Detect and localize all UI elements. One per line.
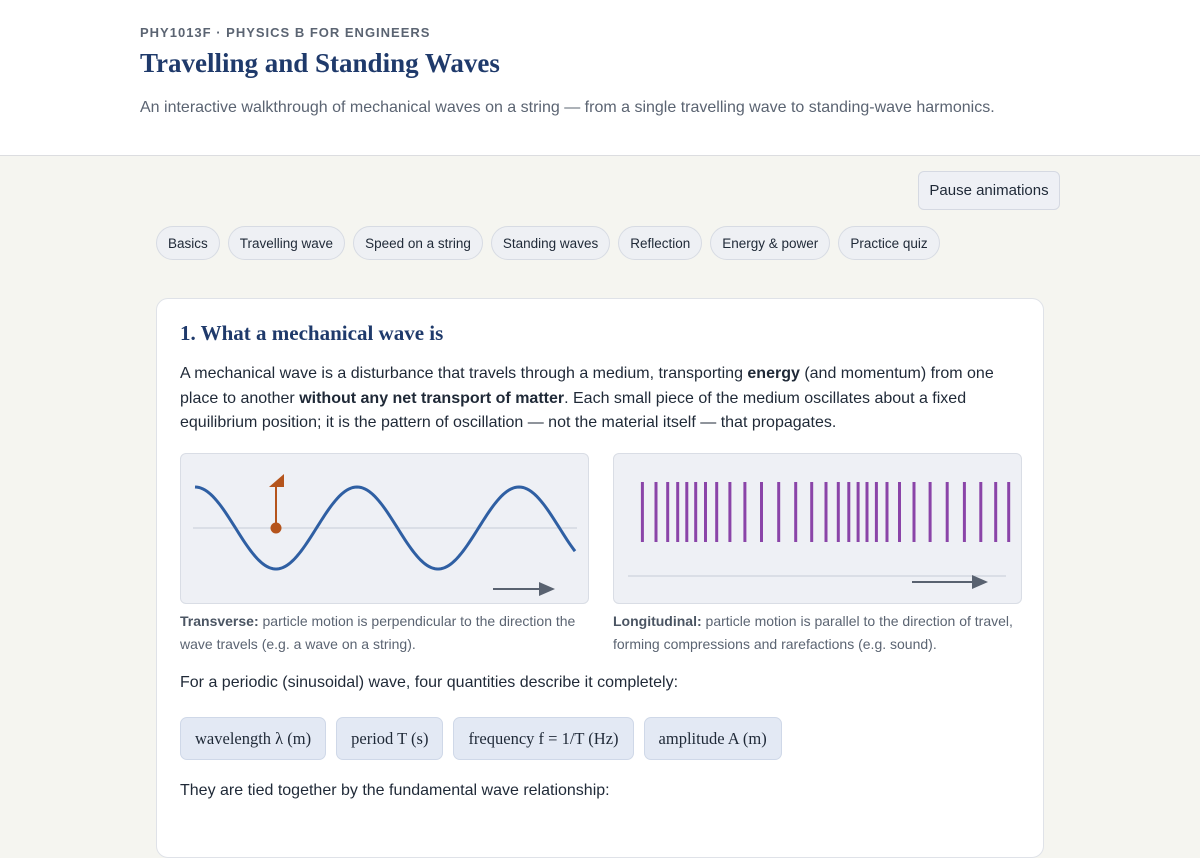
tab-energy-power[interactable]: Energy & power [710,226,831,260]
quantity-period: period T (s) [336,717,444,760]
section-tabs: Basics Travelling wave Speed on a string… [156,226,940,260]
page-subtitle: An interactive walkthrough of mechanical… [140,99,995,116]
tab-reflection[interactable]: Reflection [618,226,703,260]
page-header: PHY1013F · PHYSICS B FOR ENGINEERS Trave… [0,0,1200,156]
page-title: Travelling and Standing Waves [140,48,500,78]
tab-travelling-wave[interactable]: Travelling wave [227,226,346,260]
compression-lines [640,482,1011,542]
propagation-arrow-icon [972,575,988,589]
tab-basics[interactable]: Basics [156,226,220,260]
intro-text-1: A mechanical wave is a disturbance that … [180,365,748,382]
periodic-wave-text: For a periodic (sinusoidal) wave, four q… [180,674,679,691]
pause-animations-button[interactable]: Pause animations [918,171,1060,210]
longitudinal-wave-panel [613,453,1022,604]
longitudinal-wave-figure [628,482,1011,589]
section-card: 1. What a mechanical wave is A mechanica… [156,298,1044,858]
wave-quantities: wavelength λ (m) period T (s) frequency … [180,717,782,760]
quantity-frequency: frequency f = 1/T (Hz) [453,717,634,760]
intro-paragraph: A mechanical wave is a disturbance that … [180,362,1010,436]
longitudinal-caption: Longitudinal: particle motion is paralle… [613,610,1025,656]
particle-motion-arrow-icon [269,474,284,487]
transverse-label: Transverse: [180,613,259,629]
propagation-arrow-icon [539,582,555,596]
transverse-wave-figure [193,474,577,596]
tab-standing-waves[interactable]: Standing waves [490,226,611,260]
tab-speed-on-a-string[interactable]: Speed on a string [353,226,483,260]
transverse-wave-panel [180,453,589,604]
particle-marker [270,522,282,534]
wave-relationship-text: They are tied together by the fundamenta… [180,782,610,799]
intro-bold-no-matter: without any net transport of matter [299,389,565,407]
longitudinal-label: Longitudinal: [613,613,702,629]
tab-practice-quiz[interactable]: Practice quiz [838,226,940,260]
quantity-wavelength: wavelength λ (m) [180,717,327,760]
section-title: 1. What a mechanical wave is [180,321,444,345]
transverse-caption: Transverse: particle motion is perpendic… [180,610,592,656]
quantity-amplitude: amplitude A (m) [643,717,782,760]
intro-bold-energy: energy [747,365,800,382]
course-code: PHY1013F · PHYSICS B FOR ENGINEERS [140,25,431,40]
